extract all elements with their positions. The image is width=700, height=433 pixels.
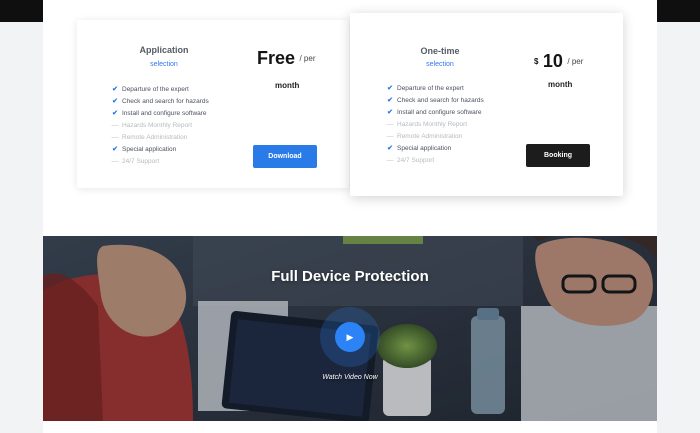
feature-item: ✔ Departure of the expert — [386, 83, 484, 95]
price-main: Free — [257, 48, 296, 68]
feature-item: ✔ Departure of the expert — [111, 84, 209, 96]
play-video-button[interactable]: ▶ — [320, 307, 380, 367]
check-icon: ✔ — [387, 85, 393, 92]
booking-button[interactable]: Booking — [526, 144, 590, 167]
feature-item: ✔ Install and configure software — [111, 108, 209, 120]
feature-item: — Hazards Monthly Report — [386, 119, 484, 131]
feature-item: ✔ Special application — [111, 144, 209, 156]
feature-label: Install and configure software — [122, 110, 207, 117]
price-period: month — [548, 80, 573, 89]
plan-title: One-time — [420, 46, 460, 56]
dash-icon: — — [386, 133, 394, 140]
feature-item: — Hazards Monthly Report — [111, 120, 209, 132]
feature-label: Remote Administration — [397, 133, 463, 140]
feature-label: Install and configure software — [397, 109, 482, 116]
price-suffix: / per — [299, 54, 316, 63]
check-icon: ✔ — [112, 110, 118, 117]
feature-label: Departure of the expert — [397, 85, 464, 92]
plan-price: Free / per — [257, 48, 316, 69]
feature-item: ✔ Special application — [386, 143, 484, 155]
download-button[interactable]: Download — [253, 145, 317, 168]
price-period: month — [275, 81, 300, 90]
dash-icon: — — [386, 157, 394, 164]
feature-item: —24/7 Support — [111, 156, 209, 168]
plan-price: $ 10 / per — [534, 51, 583, 72]
feature-label: Departure of the expert — [122, 86, 189, 93]
feature-item: ✔ Check and search for hazards — [111, 96, 209, 108]
pricing-card-one-time: One-time selection $ 10 / per month ✔ Dep… — [350, 13, 623, 196]
feature-list: ✔ Departure of the expert ✔ Check and sear… — [386, 83, 484, 167]
feature-item: ✔ Check and search for hazards — [386, 95, 484, 107]
plan-subtitle-link[interactable]: selection — [104, 61, 224, 68]
feature-label: Remote Administration — [122, 134, 188, 141]
check-icon: ✔ — [112, 146, 118, 153]
check-icon: ✔ — [387, 109, 393, 116]
dash-icon: — — [111, 158, 119, 165]
feature-item: — Remote Administration — [386, 131, 484, 143]
feature-item: —24/7 Support — [386, 155, 484, 167]
feature-label: Hazards Monthly Report — [122, 122, 193, 129]
feature-label: Check and search for hazards — [397, 97, 484, 104]
feature-label: 24/7 Support — [122, 158, 160, 165]
price-main: 10 — [542, 51, 563, 71]
watch-video-link[interactable]: Watch Video Now — [314, 374, 386, 381]
dash-icon: — — [111, 122, 119, 129]
check-icon: ✔ — [112, 86, 118, 93]
feature-label: Check and search for hazards — [122, 98, 209, 105]
price-currency: $ — [534, 57, 539, 66]
feature-list: ✔ Departure of the expert ✔ Check and sear… — [111, 84, 209, 168]
price-suffix: / per — [567, 57, 584, 66]
check-icon: ✔ — [387, 145, 393, 152]
feature-label: Special application — [397, 145, 452, 152]
feature-label: Special application — [122, 146, 177, 153]
pricing-card-application: Application selection Free / per month ✔… — [77, 20, 349, 188]
feature-label: Hazards Monthly Report — [397, 121, 468, 128]
feature-label: 24/7 Support — [397, 157, 435, 164]
feature-item: — Remote Administration — [111, 132, 209, 144]
plan-title: Application — [139, 45, 189, 55]
feature-item: ✔ Install and configure software — [386, 107, 484, 119]
dash-icon: — — [386, 121, 394, 128]
dash-icon: — — [111, 134, 119, 141]
play-icon[interactable]: ▶ — [335, 322, 365, 352]
hero-title: Full Device Protection — [271, 268, 429, 285]
check-icon: ✔ — [387, 97, 393, 104]
plan-subtitle-link[interactable]: selection — [380, 61, 500, 68]
check-icon: ✔ — [112, 98, 118, 105]
video-hero-banner: Full Device Protection ▶ Watch Video Now — [43, 236, 657, 421]
